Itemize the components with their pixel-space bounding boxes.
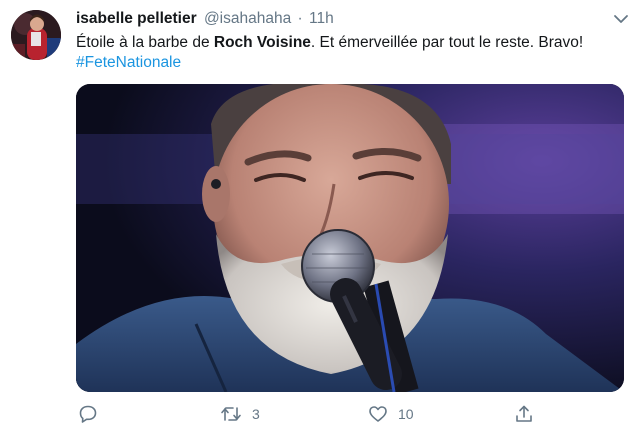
separator-dot: · xyxy=(297,10,303,27)
like-count: 10 xyxy=(398,406,414,422)
retweet-icon xyxy=(220,404,242,424)
tweet-header: isabelle pelletier @isahahaha · 11h xyxy=(76,9,628,31)
timestamp[interactable]: 11h xyxy=(309,10,334,27)
user-handle[interactable]: @isahahaha xyxy=(204,10,291,27)
reply-button[interactable] xyxy=(78,402,108,426)
avatar[interactable] xyxy=(11,10,61,60)
like-button[interactable]: 10 xyxy=(368,402,414,426)
share-icon xyxy=(514,404,534,424)
reply-icon xyxy=(78,404,98,424)
tweet-text-suffix: . Et émerveillée par tout le reste. Brav… xyxy=(310,34,584,51)
chevron-down-icon[interactable] xyxy=(612,12,630,26)
display-name[interactable]: isabelle pelletier xyxy=(76,10,197,27)
heart-icon xyxy=(368,404,388,424)
hashtag-link[interactable]: #FeteNationale xyxy=(76,53,181,73)
tweet-actions: 3 10 xyxy=(76,402,624,426)
share-button[interactable] xyxy=(514,402,534,426)
retweet-button[interactable]: 3 xyxy=(220,402,260,426)
tweet-text-bold: Roch Voisine xyxy=(213,34,311,51)
tweet-photo[interactable] xyxy=(76,84,624,392)
retweet-count: 3 xyxy=(252,406,260,422)
tweet-text: Étoile à la barbe de Roch Voisine. Et ém… xyxy=(76,33,632,73)
tweet[interactable]: isabelle pelletier @isahahaha · 11h Étoi… xyxy=(0,0,640,434)
tweet-text-prefix: Étoile à la barbe de xyxy=(76,34,214,51)
